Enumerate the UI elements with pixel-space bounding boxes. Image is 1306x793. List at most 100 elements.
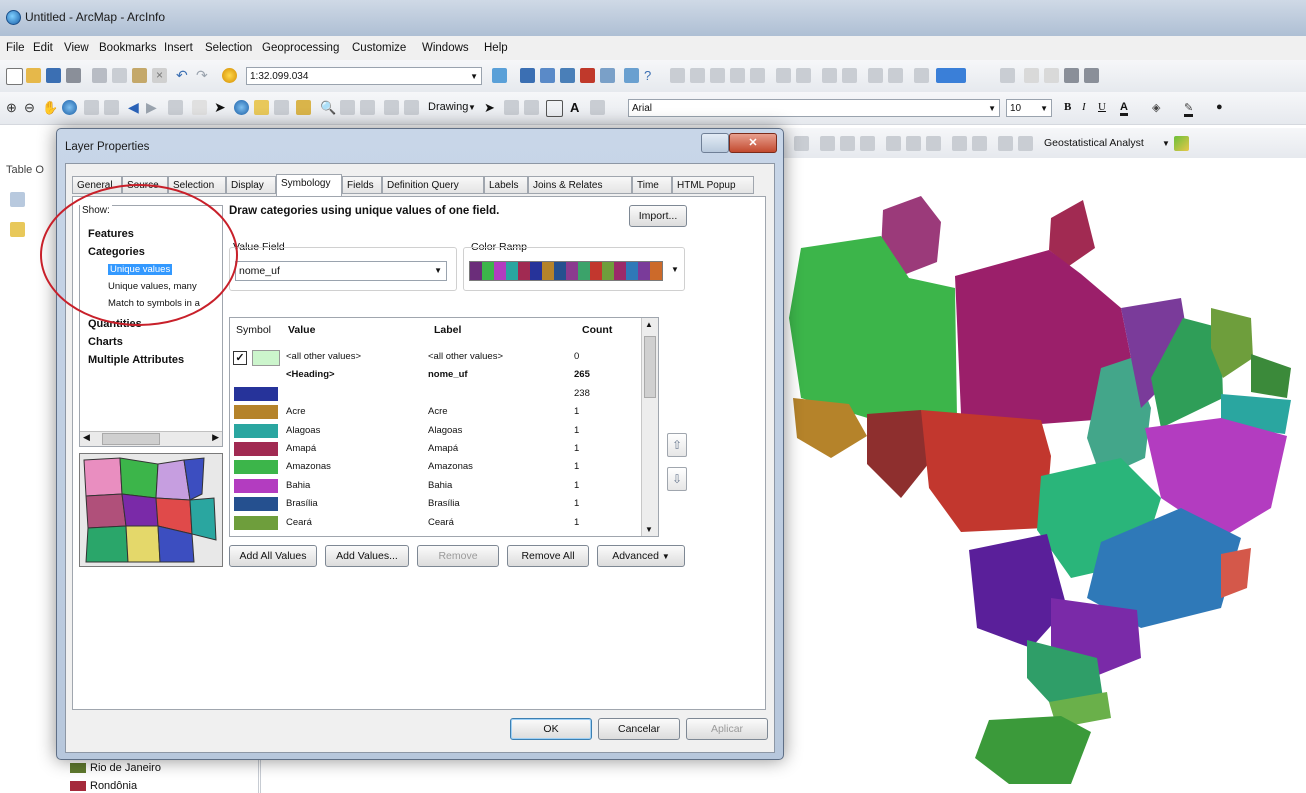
toc-window-icon[interactable] — [520, 68, 535, 83]
scroll-left-icon[interactable]: ◀ — [83, 432, 90, 443]
value-field-combo[interactable]: nome_uf ▼ — [235, 261, 447, 281]
symbol-swatch[interactable] — [234, 478, 278, 493]
search-window-icon[interactable] — [560, 68, 575, 83]
table-row[interactable]: 238 — [230, 385, 640, 403]
select-elements-icon[interactable]: ➤ — [214, 100, 229, 115]
model-builder-icon[interactable] — [624, 68, 639, 83]
save-icon[interactable] — [46, 68, 61, 83]
table-row[interactable]: ✓ <all other values> <all other values> 0 — [230, 348, 640, 366]
time-slider-icon[interactable] — [384, 100, 399, 115]
geostatistical-wizard-icon[interactable] — [1174, 136, 1189, 151]
text-tool-icon[interactable]: A — [570, 100, 585, 115]
hyperlink-icon[interactable] — [254, 100, 269, 115]
table-row[interactable]: Bahia Bahia 1 — [230, 477, 640, 495]
magnifier-window-icon[interactable] — [1044, 68, 1059, 83]
catalog-window-icon[interactable] — [540, 68, 555, 83]
find-icon[interactable]: 🔍 — [320, 100, 336, 115]
create-viewer-icon[interactable] — [404, 100, 419, 115]
table-row[interactable]: Acre Acre 1 — [230, 403, 640, 421]
ok-button[interactable]: OK — [510, 718, 592, 740]
measure-icon[interactable] — [296, 100, 311, 115]
tab-fields[interactable]: Fields — [342, 176, 382, 194]
add-all-values-button[interactable]: Add All Values — [229, 545, 317, 567]
table-row[interactable]: Ceará Ceará 1 — [230, 514, 640, 532]
ungroup-icon[interactable] — [860, 136, 875, 151]
overview-window-icon[interactable] — [1064, 68, 1079, 83]
show-multiple-attributes[interactable]: Multiple Attributes — [88, 354, 184, 366]
zoom-out-icon[interactable]: ⊖ — [24, 100, 39, 115]
table-row[interactable]: Brasília Brasília 1 — [230, 495, 640, 513]
symbol-swatch[interactable]: ✓ — [233, 350, 280, 366]
topology-icon[interactable] — [1000, 68, 1015, 83]
import-button[interactable]: Import... — [629, 205, 687, 227]
create-features-icon[interactable] — [914, 68, 929, 83]
rotate-flip-icon[interactable] — [926, 136, 941, 151]
python-window-icon[interactable] — [600, 68, 615, 83]
grid-scroll-thumb[interactable] — [644, 336, 656, 398]
group-icon[interactable] — [840, 136, 855, 151]
table-row[interactable]: Amazonas Amazonas 1 — [230, 458, 640, 476]
italic-icon[interactable]: I — [1082, 101, 1086, 113]
tab-time[interactable]: Time — [632, 176, 672, 194]
menu-help[interactable]: Help — [484, 42, 508, 54]
sketch-properties-icon[interactable] — [888, 68, 903, 83]
marker-color-icon[interactable]: ● — [1216, 101, 1223, 113]
scroll-down-icon[interactable]: ▼ — [645, 525, 653, 534]
bold-icon[interactable]: B — [1064, 101, 1071, 113]
font-color-icon[interactable]: A — [1120, 101, 1128, 116]
identify-icon[interactable] — [234, 100, 249, 115]
endpoint-arc-icon[interactable] — [730, 68, 745, 83]
graphics-icon[interactable] — [952, 136, 967, 151]
symbol-swatch[interactable] — [234, 405, 278, 420]
forward-extent-icon[interactable]: ▶ — [146, 100, 161, 115]
menu-insert[interactable]: Insert — [164, 42, 193, 54]
layout-view-icon[interactable] — [1018, 136, 1033, 151]
dialog-close-button[interactable]: ✕ — [729, 133, 777, 153]
table-row[interactable]: <Heading> nome_uf 265 — [230, 366, 640, 384]
clear-selection-icon[interactable] — [192, 100, 207, 115]
go-to-xy-icon[interactable] — [360, 100, 375, 115]
table-row[interactable]: Alagoas Alagoas 1 — [230, 422, 640, 440]
find-route-icon[interactable] — [340, 100, 355, 115]
color-ramp-combo[interactable] — [469, 261, 663, 281]
split-icon[interactable] — [822, 68, 837, 83]
apply-button[interactable]: Aplicar — [686, 718, 768, 740]
symbol-value-grid[interactable]: Symbol Value Label Count ✓ <all other val… — [229, 317, 659, 537]
grid-scrollbar[interactable]: ▲ ▼ — [641, 318, 658, 536]
paste-icon[interactable] — [132, 68, 147, 83]
menu-file[interactable]: File — [6, 42, 25, 54]
tab-html-popup[interactable]: HTML Popup — [672, 176, 754, 194]
symbol-swatch[interactable] — [234, 386, 278, 401]
whats-this-icon[interactable]: ? — [644, 68, 659, 83]
delete-icon[interactable]: × — [152, 68, 167, 83]
editor-toolbar-icon[interactable] — [492, 68, 507, 83]
edit-annotation-icon[interactable] — [690, 68, 705, 83]
zoom-in-icon[interactable]: ⊕ — [6, 100, 21, 115]
menu-windows[interactable]: Windows — [422, 42, 469, 54]
symbol-swatch[interactable] — [234, 442, 278, 456]
underline-icon[interactable]: U — [1098, 101, 1106, 113]
pan-icon[interactable]: ✋ — [42, 100, 58, 115]
new-document-icon[interactable] — [6, 68, 23, 85]
arctoolbox-icon[interactable] — [580, 68, 595, 83]
fixed-zoom-out-icon[interactable] — [104, 100, 119, 115]
data-frame-tools-icon[interactable] — [998, 136, 1013, 151]
remove-button[interactable]: Remove — [417, 545, 499, 567]
menu-customize[interactable]: Customize — [352, 42, 406, 54]
edit-tool-icon[interactable] — [670, 68, 685, 83]
cut-polygons-icon[interactable] — [796, 68, 811, 83]
show-charts[interactable]: Charts — [88, 336, 123, 348]
menu-selection[interactable]: Selection — [205, 42, 252, 54]
scroll-up-icon[interactable]: ▲ — [645, 320, 653, 329]
menu-bookmarks[interactable]: Bookmarks — [99, 42, 157, 54]
all-other-values-checkbox[interactable]: ✓ — [233, 351, 247, 365]
font-size-combo[interactable]: 10 ▼ — [1006, 99, 1052, 117]
menu-geoprocessing[interactable]: Geoprocessing — [262, 42, 339, 54]
line-color-icon[interactable]: ✎ — [1184, 101, 1194, 117]
rotate-icon[interactable] — [842, 68, 857, 83]
snapping-icon[interactable] — [1024, 68, 1039, 83]
menu-view[interactable]: View — [64, 42, 89, 54]
cut-icon[interactable] — [92, 68, 107, 83]
tab-symbology[interactable]: Symbology — [276, 174, 342, 196]
zoom-to-selected-icon[interactable] — [524, 100, 539, 115]
